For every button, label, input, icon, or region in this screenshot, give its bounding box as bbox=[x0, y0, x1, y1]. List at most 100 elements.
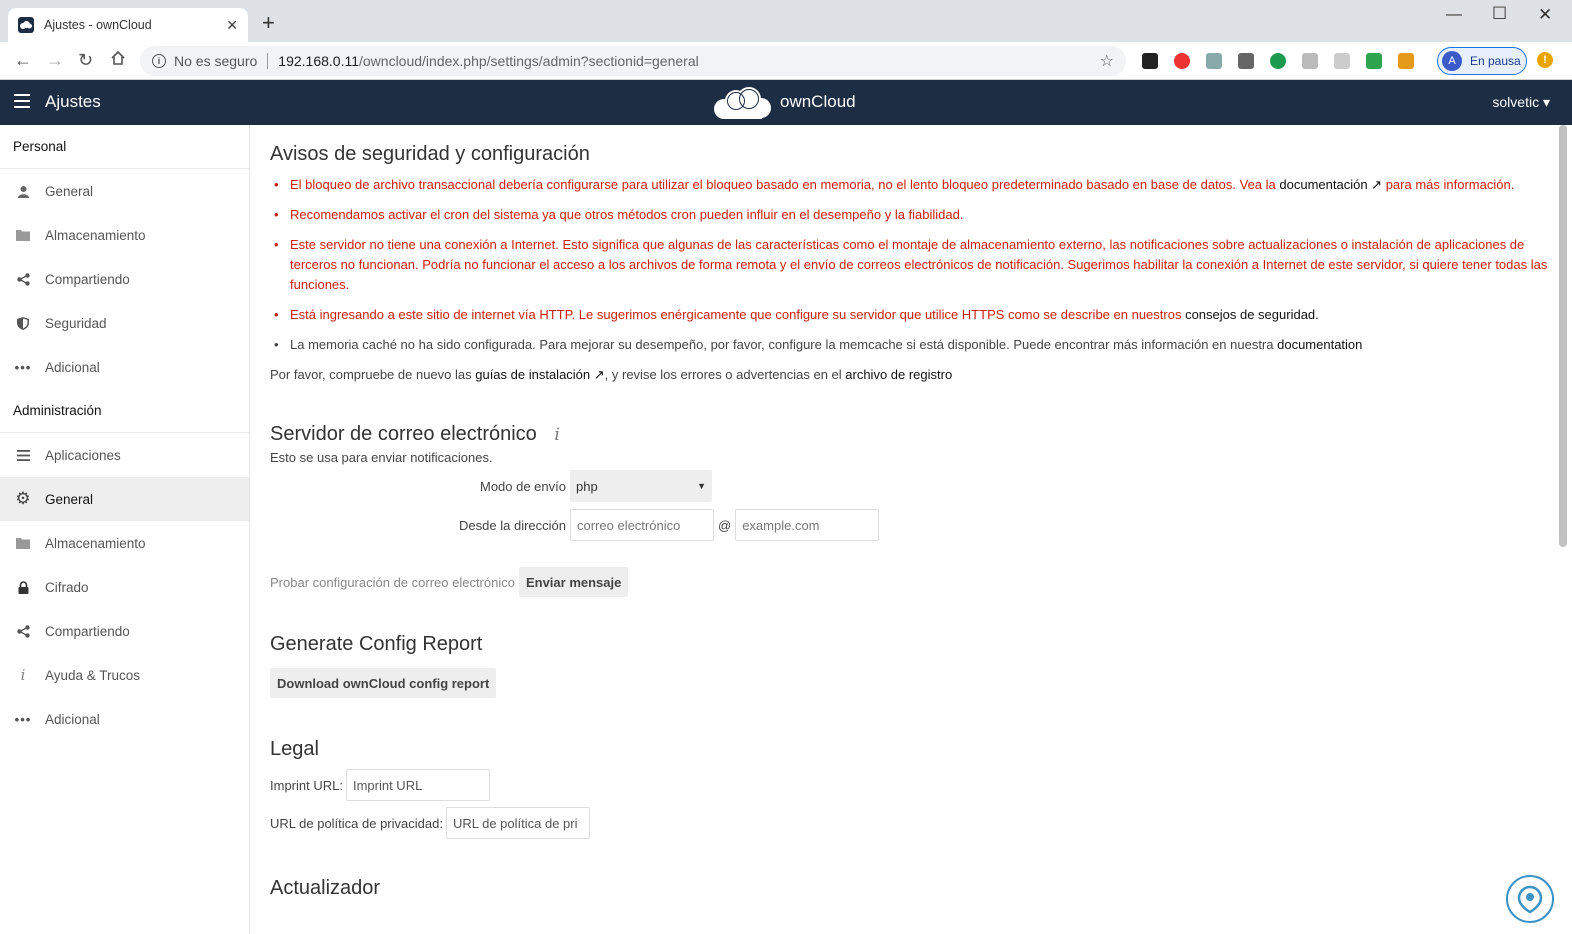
sidebar-item-personal-storage[interactable]: Almacenamiento bbox=[0, 213, 249, 257]
config-report-actions: Download ownCloud config report bbox=[270, 668, 1555, 698]
sidebar-item-personal-general[interactable]: General bbox=[0, 169, 249, 213]
send-mode-select[interactable]: php ▼ bbox=[570, 470, 712, 502]
info-icon[interactable]: i bbox=[554, 425, 559, 445]
app-header: Ajustes ownCloud solvetic ▾ bbox=[0, 80, 1572, 125]
warning-item-https: Está ingresando a este sitio de internet… bbox=[270, 305, 1555, 325]
brand-name: ownCloud bbox=[780, 92, 856, 111]
k-extension-icon[interactable] bbox=[1270, 53, 1286, 69]
url-extension-icon[interactable] bbox=[1142, 53, 1158, 69]
test-mail-row: Probar configuración de correo electróni… bbox=[270, 567, 1555, 597]
sidebar-item-label: General bbox=[45, 491, 94, 507]
update-alert-icon[interactable]: ! bbox=[1537, 52, 1553, 68]
mail-description: Esto se usa para enviar notificaciones. bbox=[270, 450, 493, 465]
sidebar-item-personal-additional[interactable]: ••• Adicional bbox=[0, 345, 249, 389]
profile-button[interactable]: A En pausa bbox=[1437, 47, 1527, 75]
sidebar-item-admin-additional[interactable]: ••• Adicional bbox=[0, 697, 249, 741]
share-icon bbox=[16, 624, 30, 638]
back-icon[interactable]: ← bbox=[14, 50, 32, 70]
from-address-row: Desde la dirección correo electrónico @ … bbox=[270, 509, 1555, 541]
imprint-row: Imprint URL: Imprint URL bbox=[270, 769, 1555, 801]
tab-title: Ajustes - ownCloud bbox=[44, 18, 152, 32]
sidebar-item-label: Compartiendo bbox=[45, 271, 130, 287]
maximize-icon[interactable]: ☐ bbox=[1492, 4, 1507, 24]
content-scrollbar[interactable] bbox=[1559, 125, 1567, 547]
profile-status: En pausa bbox=[1470, 54, 1521, 68]
settings-content: Avisos de seguridad y configuración El b… bbox=[270, 125, 1555, 934]
close-window-icon[interactable]: ✕ bbox=[1538, 5, 1552, 25]
user-menu[interactable]: solvetic ▾ bbox=[1492, 94, 1550, 111]
bookmark-star-icon[interactable]: ☆ bbox=[1100, 51, 1114, 71]
mail-server-title: Servidor de correo electrónico i bbox=[270, 423, 560, 445]
warning-item-cron: Recomendamos activar el cron del sistema… bbox=[270, 205, 1555, 225]
more-icon: ••• bbox=[14, 359, 32, 375]
address-bar[interactable]: i No es seguro 192.168.0.11 /owncloud/in… bbox=[140, 46, 1126, 76]
folder-icon bbox=[16, 228, 30, 242]
home-icon[interactable] bbox=[110, 50, 126, 70]
at-symbol: @ bbox=[718, 517, 732, 533]
bag-extension-icon[interactable] bbox=[1398, 53, 1414, 69]
documentation-link[interactable]: documentación ↗ bbox=[1279, 177, 1382, 192]
from-address-input[interactable]: correo electrónico bbox=[570, 509, 714, 541]
browser-tab-bar: Ajustes - ownCloud ✕ + — ☐ ✕ bbox=[0, 0, 1572, 42]
sidebar-item-admin-storage[interactable]: Almacenamiento bbox=[0, 521, 249, 565]
site-watermark-logo bbox=[1506, 875, 1554, 923]
send-mode-label: Modo de envío bbox=[479, 478, 566, 494]
sidebar-item-label: Cifrado bbox=[45, 579, 89, 595]
app-title[interactable]: Ajustes bbox=[45, 92, 101, 112]
install-guides-link[interactable]: guías de instalación ↗ bbox=[475, 367, 604, 382]
privacy-row: URL de política de privacidad: URL de po… bbox=[270, 807, 1555, 839]
bulb-extension-icon[interactable] bbox=[1334, 53, 1350, 69]
security-label: No es seguro bbox=[174, 53, 258, 69]
browser-tab[interactable]: Ajustes - ownCloud ✕ bbox=[8, 8, 248, 42]
warning-item-internet: Este servidor no tiene una conexión a In… bbox=[270, 235, 1555, 295]
sidebar-item-admin-general[interactable]: ⚙ General bbox=[0, 477, 249, 521]
folder-icon bbox=[16, 536, 30, 550]
log-file-link[interactable]: archivo de registro bbox=[845, 367, 952, 382]
omnibox-divider bbox=[267, 53, 269, 69]
sidebar-item-personal-security[interactable]: Seguridad bbox=[0, 301, 249, 345]
sidebar-section-personal: Personal bbox=[0, 125, 249, 169]
owncloud-logo[interactable]: ownCloud bbox=[712, 84, 856, 120]
privacy-url-input[interactable]: URL de política de pri bbox=[445, 807, 590, 839]
security-tips-link[interactable]: consejos de seguridad bbox=[1185, 307, 1315, 322]
imprint-url-input[interactable]: Imprint URL bbox=[345, 769, 490, 801]
window-extension-icon[interactable] bbox=[1238, 53, 1254, 69]
sidebar-item-help-tips[interactable]: i Ayuda & Trucos bbox=[0, 653, 249, 697]
wrench-extension-icon[interactable] bbox=[1206, 53, 1222, 69]
warning-item-locking: El bloqueo de archivo transaccional debe… bbox=[270, 175, 1555, 195]
privacy-label: URL de política de privacidad: bbox=[270, 815, 443, 831]
pen-extension-icon[interactable] bbox=[1302, 53, 1318, 69]
forward-icon[interactable]: → bbox=[46, 50, 64, 70]
sidebar-item-apps[interactable]: Aplicaciones bbox=[0, 433, 249, 477]
info-icon[interactable]: i bbox=[152, 54, 166, 68]
reload-icon[interactable]: ↻ bbox=[78, 50, 93, 70]
download-config-report-button[interactable]: Download ownCloud config report bbox=[270, 668, 497, 698]
url-host: 192.168.0.11 bbox=[278, 53, 359, 69]
sidebar-item-admin-sharing[interactable]: Compartiendo bbox=[0, 609, 249, 653]
info-icon: i bbox=[20, 666, 26, 684]
sidebar-item-label: Aplicaciones bbox=[45, 447, 121, 463]
new-tab-button[interactable]: + bbox=[262, 12, 275, 34]
send-mode-row: Modo de envío php ▼ bbox=[270, 470, 1555, 502]
person-icon bbox=[16, 184, 30, 198]
check-extension-icon[interactable] bbox=[1366, 53, 1382, 69]
sidebar-item-personal-sharing[interactable]: Compartiendo bbox=[0, 257, 249, 301]
close-tab-icon[interactable]: ✕ bbox=[226, 17, 238, 34]
memcache-documentation-link[interactable]: documentation bbox=[1277, 337, 1362, 352]
shield-icon bbox=[16, 316, 30, 330]
sidebar-item-label: Compartiendo bbox=[45, 623, 130, 639]
updater-title: Actualizador bbox=[270, 877, 381, 899]
mail-domain-input[interactable]: example.com bbox=[735, 509, 880, 541]
test-mail-label: Probar configuración de correo electróni… bbox=[270, 574, 515, 590]
minimize-icon[interactable]: — bbox=[1446, 6, 1462, 24]
menu-icon[interactable] bbox=[14, 94, 30, 108]
imprint-label: Imprint URL: bbox=[270, 777, 343, 793]
url-path: /owncloud/index.php/settings/admin?secti… bbox=[359, 53, 699, 69]
send-test-mail-button[interactable]: Enviar mensaje bbox=[518, 567, 629, 597]
sidebar-section-admin: Administración bbox=[0, 389, 249, 433]
from-address-label: Desde la dirección bbox=[459, 517, 566, 533]
sidebar-item-encryption[interactable]: Cifrado bbox=[0, 565, 249, 609]
warning-item-memcache: La memoria caché no ha sido configurada.… bbox=[270, 335, 1555, 355]
adblock-extension-icon[interactable] bbox=[1174, 53, 1190, 69]
dropdown-caret-icon: ▼ bbox=[697, 481, 706, 491]
